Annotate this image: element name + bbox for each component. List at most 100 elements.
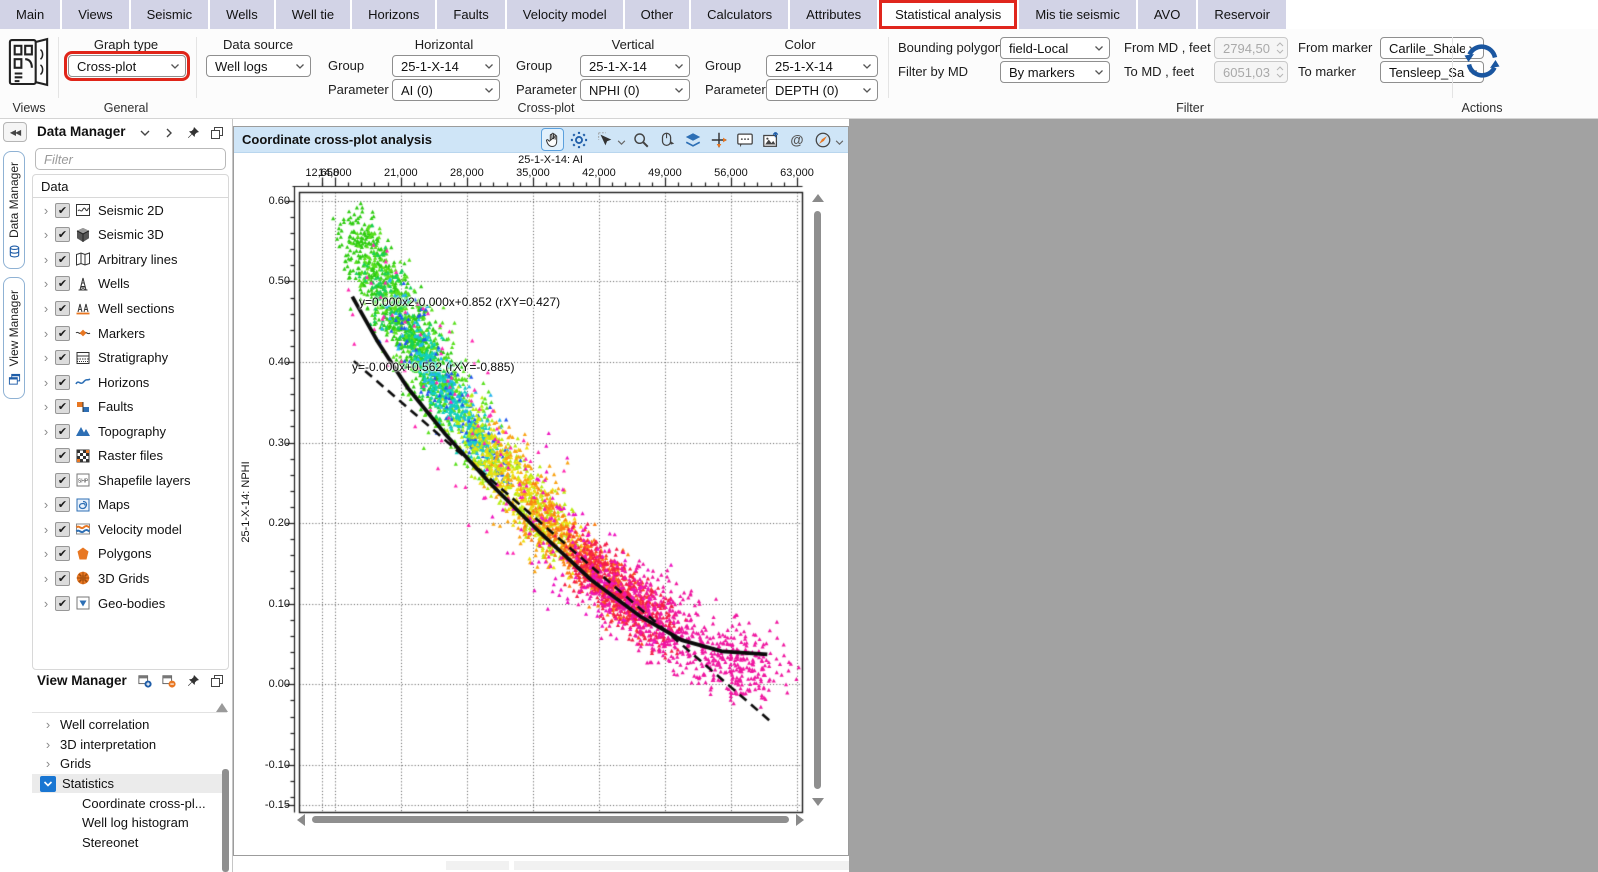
expand-chevron-icon[interactable]: › [39,252,53,267]
checkbox[interactable]: ✔ [55,497,70,513]
expand-chevron-icon[interactable]: › [39,326,53,341]
scroll-down-arrow[interactable] [812,798,824,806]
checkbox[interactable]: ✔ [55,570,70,586]
expand-chevron-icon[interactable]: › [39,276,53,291]
chevron-down-icon[interactable] [617,135,626,145]
tree-item[interactable]: › ✔ Stratigraphy [33,345,228,370]
checkbox[interactable]: ✔ [55,374,70,390]
menu-tab-wells[interactable]: Wells [210,0,274,29]
menu-tab-other[interactable]: Other [624,0,690,29]
expand-chevron-icon[interactable]: › [39,301,53,316]
tree-item[interactable]: › ✔ Polygons [33,542,228,567]
view-manager-item[interactable]: › Well correlation [32,715,229,735]
checkbox[interactable]: ✔ [55,399,70,415]
checkbox[interactable]: ✔ [55,202,70,218]
checkbox[interactable]: ✔ [55,423,70,439]
checkbox[interactable]: ✔ [55,595,70,611]
expand-chevron-icon[interactable]: › [40,756,56,771]
tree-item[interactable]: › ✔ Arbitrary lines [33,247,228,272]
tree-item[interactable]: › ✔ 3D Grids [33,566,228,591]
pin-icon[interactable] [185,673,200,688]
tree-item[interactable]: › ✔ Topography [33,419,228,444]
checkbox[interactable]: ✔ [55,472,70,488]
expand-chevron-icon[interactable]: › [39,546,53,561]
view-manager-item[interactable]: Well log histogram [32,813,229,833]
view-manager-item[interactable]: Stereonet [32,833,229,853]
bounding-polygon-select[interactable]: field-Local [1000,37,1110,59]
menu-tab-reservoir[interactable]: Reservoir [1198,0,1286,29]
zoom-icon[interactable] [629,128,652,151]
expand-chevron-icon[interactable]: › [39,424,53,439]
menu-tab-views[interactable]: Views [62,0,129,29]
vertical-parameter-select[interactable]: NPHI (0) [580,79,690,101]
checkbox[interactable]: ✔ [55,350,70,366]
popout-icon[interactable] [209,673,224,688]
color-group-select[interactable]: 25-1-X-14 [766,55,878,77]
tree-item[interactable]: › ✔ Horizons [33,370,228,395]
graph-type-select[interactable]: Cross-plot [64,51,190,81]
menu-tab-velocity-model[interactable]: Velocity model [506,0,623,29]
menu-tab-mis-tie-seismic[interactable]: Mis tie seismic [1019,0,1136,29]
tree-item[interactable]: › ✔ Faults [33,394,228,419]
region-select-icon[interactable] [593,128,616,151]
tree-item[interactable]: › ✔ Wells [33,272,228,297]
tree-item[interactable]: › ✔ Markers [33,321,228,346]
menu-tab-seismic[interactable]: Seismic [130,0,209,29]
expand-chevron-icon[interactable]: › [39,596,53,611]
checkbox[interactable]: ✔ [55,521,70,537]
view-manager-item[interactable]: › Grids [32,754,229,774]
tree-item[interactable]: › ✔ Maps [33,493,228,518]
expand-chevron-icon[interactable]: › [39,522,53,537]
expand-chevron-icon[interactable]: › [39,203,53,218]
chevron-right-icon[interactable] [161,125,176,140]
tree-item[interactable]: ✔ Raster files [33,443,228,468]
view-manager-item[interactable]: › 3D interpretation [32,735,229,755]
export-image-icon[interactable] [759,128,782,151]
vertical-group-select[interactable]: 25-1-X-14 [580,55,690,77]
expand-chevron-icon[interactable]: › [39,375,53,390]
tracking-cursor-icon[interactable] [707,128,730,151]
expand-chevron-icon[interactable]: › [39,227,53,242]
scroll-up-arrow[interactable] [812,194,824,202]
checkbox[interactable]: ✔ [55,251,70,267]
compass-icon[interactable] [811,128,834,151]
settings-icon[interactable] [567,128,590,151]
expand-chevron-icon[interactable]: › [39,497,53,512]
scrollbar-thumb[interactable] [222,769,229,872]
horizontal-group-select[interactable]: 25-1-X-14 [392,55,500,77]
expand-chevron-icon[interactable]: › [39,350,53,365]
menu-tab-well-tie[interactable]: Well tie [275,0,351,29]
menu-tab-faults[interactable]: Faults [437,0,505,29]
popout-icon[interactable] [209,125,224,140]
horizontal-scrollbar[interactable] [297,813,804,827]
scroll-left-arrow[interactable] [297,814,305,826]
tree-item[interactable]: › ✔ Seismic 3D [33,223,228,248]
scroll-up-arrow[interactable] [216,703,228,712]
side-tab-data-manager[interactable]: Data Manager [3,151,25,269]
expand-chevron-icon[interactable]: › [39,399,53,414]
tree-item[interactable]: › ✔ Geo-bodies [33,591,228,616]
expanded-chevron-icon[interactable] [40,775,56,792]
checkbox[interactable]: ✔ [55,227,70,243]
horizontal-parameter-select[interactable]: AI (0) [392,79,500,101]
pin-icon[interactable] [185,125,200,140]
refresh-button[interactable] [1462,41,1502,81]
checkbox[interactable]: ✔ [55,546,70,562]
checkbox[interactable]: ✔ [55,276,70,292]
menu-tab-main[interactable]: Main [0,0,61,29]
comment-icon[interactable] [733,128,756,151]
tree-item[interactable]: › ✔ Well sections [33,296,228,321]
views-layout-icon[interactable] [8,37,50,89]
view-manager-item[interactable]: Coordinate cross-pl... [32,793,229,813]
checkbox[interactable]: ✔ [55,325,70,341]
side-tab-view-manager[interactable]: View Manager [3,277,25,399]
tree-item[interactable]: › ✔ Velocity model [33,517,228,542]
pan-tool-icon[interactable] [541,128,564,151]
tree-item[interactable]: ✔ SHP Shapefile layers [33,468,228,493]
pick-icon[interactable] [655,128,678,151]
tree-item[interactable]: › ✔ Seismic 2D [33,198,228,223]
checkbox[interactable]: ✔ [55,300,70,316]
color-parameter-select[interactable]: DEPTH (0) [766,79,878,101]
collapse-panel-button[interactable]: ◀◀ [3,122,27,142]
view-manager-item[interactable]: Statistics [32,773,229,794]
